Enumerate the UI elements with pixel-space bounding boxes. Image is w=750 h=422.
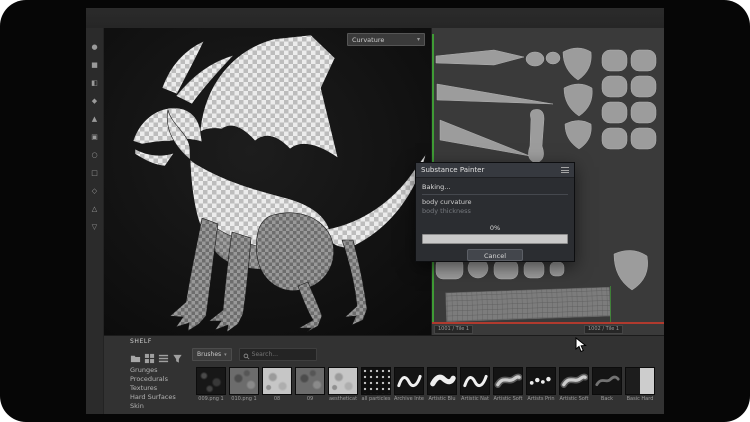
shelf-resource[interactable]: all particles <box>361 367 391 402</box>
dialog-menu-icon[interactable] <box>561 167 569 173</box>
udim-tile-label: 1002 / Tile 1 <box>584 325 623 334</box>
shelf-resource-thumbnail <box>427 367 457 395</box>
grid-view-icon[interactable] <box>144 349 155 360</box>
baking-status: Baking... <box>422 183 568 191</box>
resource-filter-value: Brushes <box>197 351 221 358</box>
symmetry-icon[interactable]: ◇ <box>89 186 101 197</box>
shelf-resource[interactable]: 09 <box>295 367 325 402</box>
channel-dropdown[interactable]: Curvature ▾ <box>347 33 425 46</box>
shelf-resource[interactable]: Basic Hard <box>625 367 655 402</box>
shelf-resource[interactable]: Artistic Blu <box>427 367 457 402</box>
cancel-button[interactable]: Cancel <box>467 249 523 261</box>
shelf-resource-thumbnail <box>493 367 523 395</box>
shelf-resource-label: 010.png 1 <box>229 396 259 402</box>
shelf-resource-thumbnail <box>196 367 226 395</box>
dialog-divider <box>422 194 568 195</box>
screenshot-stage: ● ■ ◧ ◆ ▲ ▣ ○ □ ◇ △ ▽ <box>0 0 750 422</box>
device-frame: ● ■ ◧ ◆ ▲ ▣ ○ □ ◇ △ ▽ <box>0 0 750 422</box>
shelf-resource[interactable]: aestheticat <box>328 367 358 402</box>
quick-mask-icon[interactable]: □ <box>89 168 101 179</box>
shelf-resource-label: Archive Inte <box>394 396 424 402</box>
resource-filter-dropdown[interactable]: Brushes▾ <box>192 348 232 361</box>
shelf-resource-label: Artistic Nat <box>460 396 490 402</box>
tool-sidebar: ● ■ ◧ ◆ ▲ ▣ ○ □ ◇ △ ▽ <box>86 28 104 414</box>
viewport-3d[interactable]: Curvature ▾ <box>104 28 431 335</box>
shelf-resource-thumbnail <box>361 367 391 395</box>
shelf-category-list: GrungesProceduralsTexturesHard SurfacesS… <box>130 366 192 411</box>
shelf-title: SHELF <box>130 338 152 345</box>
projection-tool-icon[interactable]: ◧ <box>89 78 101 89</box>
shelf-resource-thumbnail <box>262 367 292 395</box>
shelf-resource-label: 08 <box>262 396 292 402</box>
shelf-resource-label: 009.png 1 <box>196 396 226 402</box>
viewer-settings-icon[interactable]: △ <box>89 204 101 215</box>
shelf-resource-thumbnail <box>592 367 622 395</box>
folder-icon[interactable] <box>130 349 141 360</box>
shelf-resource[interactable]: Back <box>592 367 622 402</box>
shelf-resource[interactable]: Artistic Soft <box>493 367 523 402</box>
shelf-resource-thumbnail <box>295 367 325 395</box>
eraser-tool-icon[interactable]: ■ <box>89 60 101 71</box>
shelf-resource-label: Basic Hard <box>625 396 655 402</box>
material-picker-icon[interactable]: ○ <box>89 150 101 161</box>
baking-dialog: Substance Painter Baking... body curvatu… <box>415 162 575 262</box>
shelf-panel: SHELF Brushes▾ GrungesProceduralsTexture… <box>104 335 664 414</box>
shelf-resource-label: Artistic Soft <box>559 396 589 402</box>
chevron-down-icon: ▾ <box>417 36 420 43</box>
shelf-resource-label: 09 <box>295 396 325 402</box>
search-input[interactable] <box>252 351 313 358</box>
shelf-resource-label: Artistic Soft <box>493 396 523 402</box>
shelf-category-skin[interactable]: Skin <box>130 402 192 411</box>
shelf-resource-thumbnail <box>328 367 358 395</box>
shelf-resource-thumbnail <box>460 367 490 395</box>
list-view-icon[interactable] <box>158 349 169 360</box>
shelf-resource-thumbnail <box>526 367 556 395</box>
channel-dropdown-value: Curvature <box>352 36 384 44</box>
shelf-resource[interactable]: Artistic Soft <box>559 367 589 402</box>
substance-painter-window: ● ■ ◧ ◆ ▲ ▣ ○ □ ◇ △ ▽ <box>86 8 664 414</box>
polygon-fill-tool-icon[interactable]: ◆ <box>89 96 101 107</box>
udim-tile-label: 1001 / Tile 1 <box>434 325 473 334</box>
shelf-search <box>239 348 317 361</box>
shelf-resource[interactable]: Artistic Nat <box>460 367 490 402</box>
shelf-resource-thumbnail <box>394 367 424 395</box>
shelf-toolbar: Brushes▾ <box>130 348 317 361</box>
filter-icon[interactable] <box>172 349 183 360</box>
shelf-resource-grid: 009.png 1010.png 10809aestheticatall par… <box>196 367 662 402</box>
dragon-model-render <box>104 28 431 335</box>
shelf-resource[interactable]: 010.png 1 <box>229 367 259 402</box>
shelf-resource-label: Back <box>592 396 622 402</box>
app-menubar <box>86 8 664 29</box>
uv-tile-border <box>610 286 611 322</box>
shelf-resource[interactable]: 08 <box>262 367 292 402</box>
smudge-tool-icon[interactable]: ▲ <box>89 114 101 125</box>
progress-percent: 0% <box>422 224 568 232</box>
shelf-resource[interactable]: 009.png 1 <box>196 367 226 402</box>
shelf-resource-label: Artistic Blu <box>427 396 457 402</box>
paint-tool-icon[interactable]: ● <box>89 42 101 53</box>
shelf-resource[interactable]: Archive Inte <box>394 367 424 402</box>
shelf-resource-thumbnail <box>229 367 259 395</box>
shelf-resource-label: Artists Prin <box>526 396 556 402</box>
shelf-resource-label: all particles <box>361 396 391 402</box>
shelf-resource[interactable]: Artists Prin <box>526 367 556 402</box>
search-icon <box>243 345 250 364</box>
shelf-category-grunges[interactable]: Grunges <box>130 366 192 375</box>
display-settings-icon[interactable]: ▽ <box>89 222 101 233</box>
dialog-title: Substance Painter <box>421 166 484 174</box>
queued-bake-task: body thickness <box>422 207 568 216</box>
dialog-body: Baking... body curvature body thickness … <box>416 178 574 261</box>
chevron-down-icon: ▾ <box>224 352 227 358</box>
shelf-category-textures[interactable]: Textures <box>130 384 192 393</box>
shelf-resource-label: aestheticat <box>328 396 358 402</box>
shelf-category-hard-surfaces[interactable]: Hard Surfaces <box>130 393 192 402</box>
dialog-titlebar: Substance Painter <box>416 163 574 178</box>
shelf-resource-thumbnail <box>625 367 655 395</box>
shelf-resource-thumbnail <box>559 367 589 395</box>
uv-u-axis <box>432 322 664 324</box>
clone-tool-icon[interactable]: ▣ <box>89 132 101 143</box>
current-bake-task: body curvature <box>422 198 568 207</box>
shelf-category-procedurals[interactable]: Procedurals <box>130 375 192 384</box>
progress-bar <box>422 234 568 244</box>
